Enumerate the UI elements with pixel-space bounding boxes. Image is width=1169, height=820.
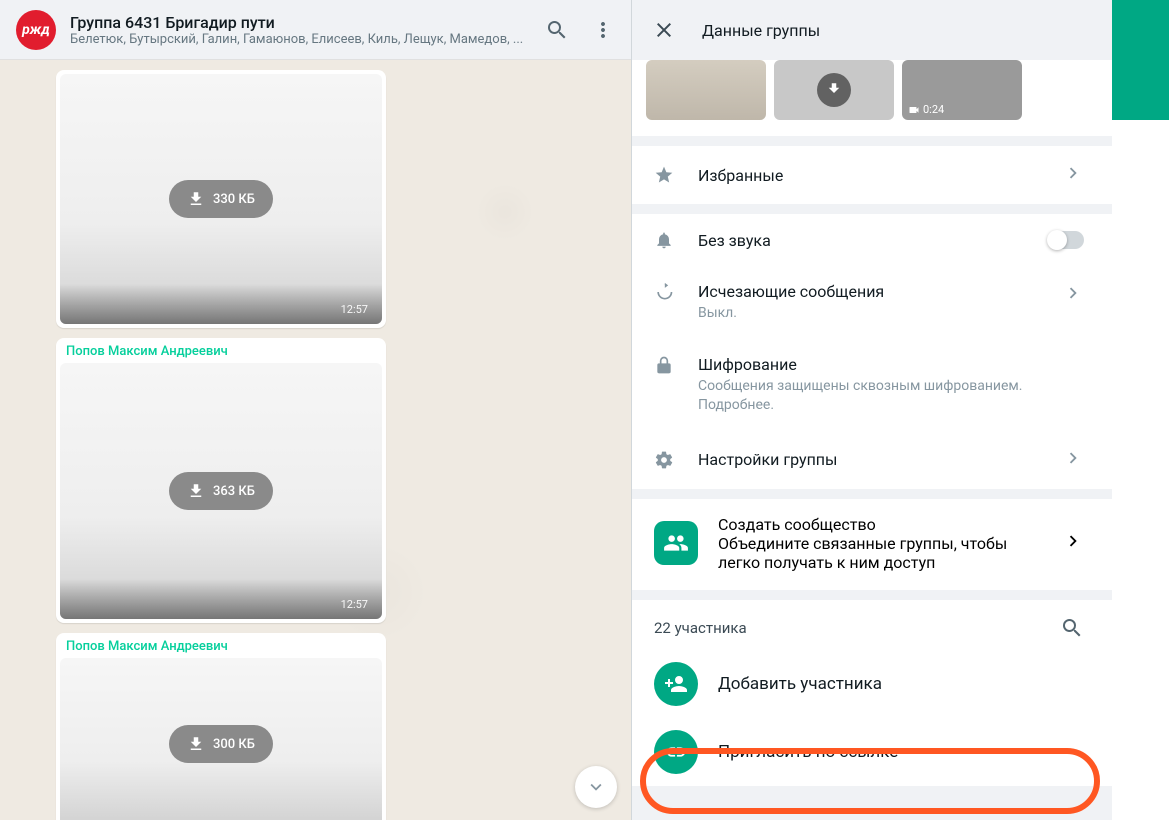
timer-icon — [654, 282, 674, 302]
group-avatar[interactable]: ржд — [16, 10, 56, 50]
lock-icon — [654, 355, 674, 375]
mute-label: Без звука — [698, 231, 1024, 250]
message-time: 12:57 — [341, 598, 368, 611]
mute-row[interactable]: Без звука — [632, 214, 1112, 266]
participants-header: 22 участника — [632, 600, 1112, 650]
right-side-strip — [1112, 0, 1169, 820]
file-size: 300 КБ — [213, 737, 255, 752]
message-sender: Попов Максим Андреевич — [56, 338, 386, 359]
search-participants-icon[interactable] — [1060, 616, 1084, 640]
media-thumb-image[interactable] — [774, 60, 894, 120]
media-thumb-document[interactable] — [646, 60, 766, 120]
media-thumbnails: 0:24 — [632, 60, 1112, 136]
download-button[interactable]: 300 КБ — [169, 725, 273, 763]
file-size: 330 КБ — [213, 192, 255, 207]
group-info-panel: Данные группы 0:24 — [632, 0, 1112, 820]
chevron-right-icon — [1062, 162, 1084, 188]
participants-count: 22 участника — [654, 619, 747, 637]
invite-link-row[interactable]: Пригласить по ссылке — [632, 718, 1112, 786]
download-button[interactable]: 363 КБ — [169, 472, 273, 510]
close-icon[interactable] — [652, 18, 676, 42]
favorites-label: Избранные — [698, 166, 1038, 185]
chevron-right-icon — [1062, 447, 1084, 473]
link-icon — [654, 730, 698, 774]
star-icon — [654, 165, 674, 185]
encryption-sub: Сообщения защищены сквозным шифрованием.… — [698, 377, 1084, 415]
message-media[interactable]: 363 КБ 12:57 — [60, 363, 382, 619]
message-bubble[interactable]: 330 КБ 12:57 — [56, 70, 386, 328]
video-duration-badge: 0:24 — [908, 103, 944, 116]
disappearing-sub: Выкл. — [698, 304, 1038, 323]
info-header: Данные группы — [632, 0, 1112, 60]
disappearing-row[interactable]: Исчезающие сообщения Выкл. — [632, 266, 1112, 339]
gear-icon — [654, 450, 674, 470]
disappearing-label: Исчезающие сообщения — [698, 282, 1038, 301]
add-participant-label: Добавить участника — [718, 674, 882, 694]
chat-body: 330 КБ 12:57 Попов Максим Андреевич 363 … — [0, 60, 631, 820]
message-media[interactable]: 300 КБ — [60, 658, 382, 820]
community-title: Создать сообщество — [718, 515, 1042, 534]
message-bubble[interactable]: Попов Максим Андреевич 300 КБ — [56, 633, 386, 820]
message-media[interactable]: 330 КБ 12:57 — [60, 74, 382, 324]
scroll-down-button[interactable] — [575, 766, 617, 808]
community-sub: Объедините связанные группы, чтобы легко… — [718, 534, 1042, 572]
encryption-label: Шифрование — [698, 355, 1084, 374]
encryption-row[interactable]: Шифрование Сообщения защищены сквозным ш… — [632, 339, 1112, 431]
chat-title-area[interactable]: Группа 6431 Бригадир пути Белетюк, Бутыр… — [70, 13, 531, 47]
download-button[interactable]: 330 КБ — [169, 180, 273, 218]
favorites-row[interactable]: Избранные — [632, 146, 1112, 204]
mute-toggle[interactable] — [1048, 231, 1084, 249]
search-icon[interactable] — [545, 18, 569, 42]
menu-dots-icon[interactable] — [591, 18, 615, 42]
group-settings-row[interactable]: Настройки группы — [632, 431, 1112, 489]
invite-link-label: Пригласить по ссылке — [718, 742, 898, 762]
message-time: 12:57 — [341, 303, 368, 316]
bell-icon — [654, 230, 674, 250]
message-bubble[interactable]: Попов Максим Андреевич 363 КБ 12:57 — [56, 338, 386, 623]
file-size: 363 КБ — [213, 484, 255, 499]
chevron-right-icon — [1062, 282, 1084, 308]
message-sender: Попов Максим Андреевич — [56, 633, 386, 654]
media-thumb-video[interactable]: 0:24 — [902, 60, 1022, 120]
create-community-row[interactable]: Создать сообщество Объедините связанные … — [632, 499, 1112, 590]
community-icon — [654, 521, 698, 565]
chat-panel: ржд Группа 6431 Бригадир пути Белетюк, Б… — [0, 0, 632, 820]
download-icon — [817, 73, 851, 107]
chat-header: ржд Группа 6431 Бригадир пути Белетюк, Б… — [0, 0, 631, 60]
add-participant-row[interactable]: Добавить участника — [632, 650, 1112, 718]
group-settings-label: Настройки группы — [698, 450, 1038, 469]
chat-subtitle: Белетюк, Бутырский, Галин, Гамаюнов, Ели… — [70, 32, 531, 47]
add-person-icon — [654, 662, 698, 706]
chevron-right-icon — [1062, 530, 1084, 556]
avatar-text: ржд — [22, 22, 50, 38]
info-title: Данные группы — [702, 21, 820, 40]
chat-title: Группа 6431 Бригадир пути — [70, 13, 531, 32]
